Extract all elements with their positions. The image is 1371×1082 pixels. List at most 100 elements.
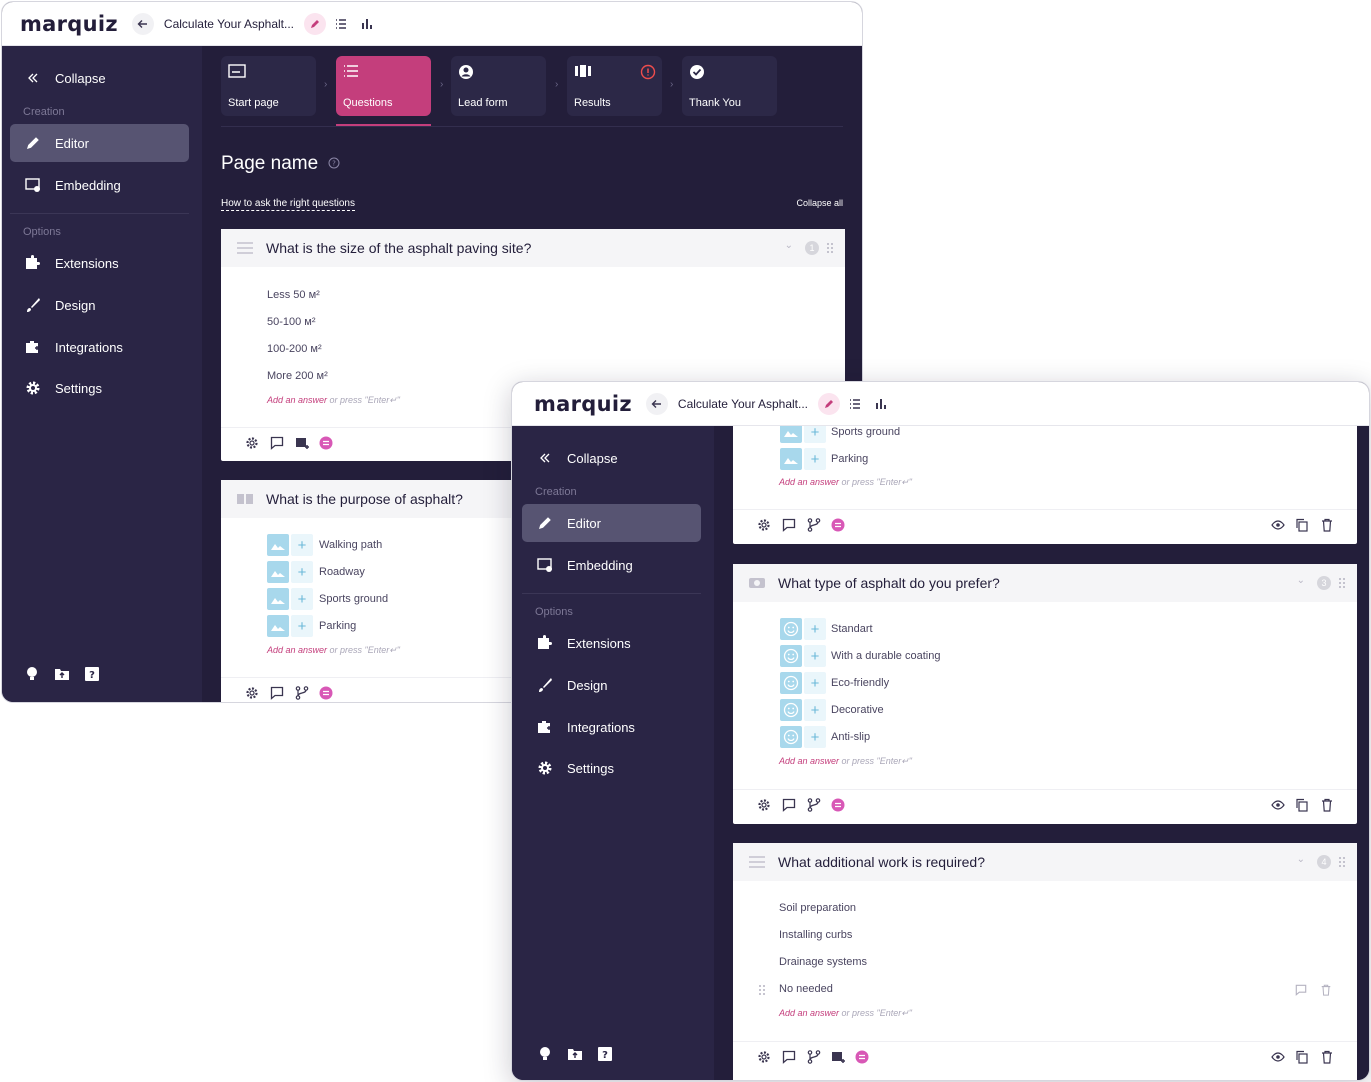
answer-option[interactable]: Less 50 м²	[267, 289, 320, 301]
comment-icon[interactable]	[782, 798, 796, 812]
sidebar-item-embedding[interactable]: Embedding	[10, 166, 189, 204]
answer-option[interactable]: 100-200 м²	[267, 343, 322, 355]
answer-option[interactable]: Decorative	[831, 704, 884, 716]
back-arrow-icon[interactable]	[645, 392, 668, 415]
sidebar-item-settings[interactable]: Settings	[522, 749, 701, 787]
add-answer-link[interactable]: Add an answer or press "Enter↵"	[779, 756, 912, 767]
drag-handle-icon[interactable]	[1337, 856, 1347, 868]
sidebar-collapse[interactable]: Collapse	[10, 59, 189, 97]
answer-option[interactable]: Sports ground	[319, 593, 388, 605]
trash-icon[interactable]	[1320, 798, 1334, 812]
sidebar-item-design[interactable]: Design	[522, 666, 701, 704]
add-image-icon[interactable]	[295, 436, 309, 450]
branch-icon[interactable]	[807, 797, 821, 812]
chevron-down-icon[interactable]: ⌄	[1297, 854, 1305, 865]
page-title[interactable]: Page name ?	[221, 153, 340, 175]
help-circle-icon[interactable]: ?	[328, 153, 340, 175]
collapse-all-button[interactable]: Collapse all	[796, 198, 843, 208]
sidebar-item-settings[interactable]: Settings	[10, 369, 189, 407]
sidebar-item-extensions[interactable]: Extensions	[10, 244, 189, 282]
list-icon[interactable]	[844, 393, 866, 415]
answer-option[interactable]: Drainage systems	[779, 956, 867, 968]
logo[interactable]: marquiz	[20, 12, 118, 36]
answer-image-thumb[interactable]	[267, 615, 289, 637]
answer-option[interactable]: Walking path	[319, 539, 382, 551]
help-icon[interactable]: ?	[84, 666, 100, 687]
question-header[interactable]: What is the size of the asphalt paving s…	[221, 229, 845, 267]
ai-assistant-icon[interactable]	[319, 686, 333, 700]
help-icon[interactable]: ?	[597, 1046, 613, 1067]
gear-icon[interactable]	[757, 798, 771, 812]
branch-icon[interactable]	[295, 685, 309, 700]
copy-icon[interactable]	[1295, 798, 1309, 812]
add-image-button[interactable]: +	[291, 534, 313, 556]
sidebar-item-integrations[interactable]: Integrations	[10, 328, 189, 366]
question-header[interactable]: What additional work is required? ⌄ 4	[733, 843, 1357, 881]
list-icon[interactable]	[330, 13, 352, 35]
answer-option[interactable]: 50-100 м²	[267, 316, 316, 328]
step-start-page[interactable]: Start page	[221, 56, 316, 116]
emoji-thumb[interactable]	[780, 699, 802, 721]
add-emoji-button[interactable]: +	[804, 699, 826, 721]
ai-assistant-icon[interactable]	[831, 518, 845, 532]
answer-option[interactable]: Eco-friendly	[831, 677, 889, 689]
step-lead-form[interactable]: Lead form	[451, 56, 546, 116]
answer-image-thumb[interactable]	[267, 534, 289, 556]
answer-option[interactable]: Anti-slip	[831, 731, 870, 743]
gear-icon[interactable]	[757, 518, 771, 532]
quiz-title[interactable]: Calculate Your Asphalt...	[678, 397, 808, 411]
question-title[interactable]: What is the size of the asphalt paving s…	[266, 240, 531, 256]
bar-chart-icon[interactable]	[356, 13, 378, 35]
answer-option[interactable]: Parking	[319, 620, 356, 632]
how-to-link[interactable]: How to ask the right questions	[221, 198, 355, 211]
answer-image-thumb[interactable]	[267, 561, 289, 583]
folder-upload-icon[interactable]	[567, 1046, 583, 1067]
add-image-button[interactable]: +	[291, 561, 313, 583]
answer-option[interactable]: Soil preparation	[779, 902, 856, 914]
comment-icon[interactable]	[782, 518, 796, 532]
quiz-title[interactable]: Calculate Your Asphalt...	[164, 17, 294, 31]
gear-icon[interactable]	[245, 686, 259, 700]
gear-icon[interactable]	[245, 436, 259, 450]
drag-handle-icon[interactable]	[825, 242, 835, 254]
branch-icon[interactable]	[807, 517, 821, 532]
emoji-thumb[interactable]	[780, 645, 802, 667]
sidebar-item-integrations[interactable]: Integrations	[522, 708, 701, 746]
answer-option[interactable]: More 200 м²	[267, 370, 328, 382]
drag-handle-icon[interactable]	[1337, 577, 1347, 589]
answer-option[interactable]: Roadway	[319, 566, 365, 578]
ai-assistant-icon[interactable]	[319, 436, 333, 450]
add-answer-text[interactable]: Add an answer	[779, 1008, 839, 1018]
answer-image-thumb[interactable]	[780, 448, 802, 470]
add-emoji-button[interactable]: +	[804, 645, 826, 667]
eye-icon[interactable]	[1271, 1050, 1285, 1064]
emoji-thumb[interactable]	[780, 672, 802, 694]
add-image-button[interactable]: +	[291, 588, 313, 610]
sidebar-item-editor[interactable]: Editor	[522, 504, 701, 542]
add-answer-link[interactable]: Add an answer or press "Enter↵"	[267, 645, 400, 656]
add-image-button[interactable]: +	[804, 426, 826, 443]
add-emoji-button[interactable]: +	[804, 726, 826, 748]
emoji-thumb[interactable]	[780, 726, 802, 748]
trash-icon[interactable]	[1320, 984, 1332, 996]
add-answer-text[interactable]: Add an answer	[267, 395, 327, 405]
answer-option[interactable]: Sports ground	[831, 426, 900, 438]
logo[interactable]: marquiz	[534, 392, 632, 416]
sidebar-item-editor[interactable]: Editor	[10, 124, 189, 162]
step-results[interactable]: Results	[567, 56, 662, 116]
sidebar-collapse[interactable]: Collapse	[522, 439, 701, 477]
emoji-thumb[interactable]	[780, 618, 802, 640]
step-questions[interactable]: Questions	[336, 56, 431, 116]
folder-upload-icon[interactable]	[54, 666, 70, 687]
pencil-icon[interactable]	[304, 12, 327, 35]
ai-assistant-icon[interactable]	[855, 1050, 869, 1064]
add-answer-link[interactable]: Add an answer or press "Enter↵"	[779, 1008, 912, 1019]
comment-icon[interactable]	[1295, 984, 1307, 996]
add-answer-text[interactable]: Add an answer	[779, 756, 839, 766]
branch-icon[interactable]	[807, 1049, 821, 1064]
question-title[interactable]: What is the purpose of asphalt?	[266, 491, 463, 507]
answer-option[interactable]: Installing curbs	[779, 929, 852, 941]
add-answer-text[interactable]: Add an answer	[267, 645, 327, 655]
comment-icon[interactable]	[782, 1050, 796, 1064]
answer-image-thumb[interactable]	[780, 426, 802, 443]
